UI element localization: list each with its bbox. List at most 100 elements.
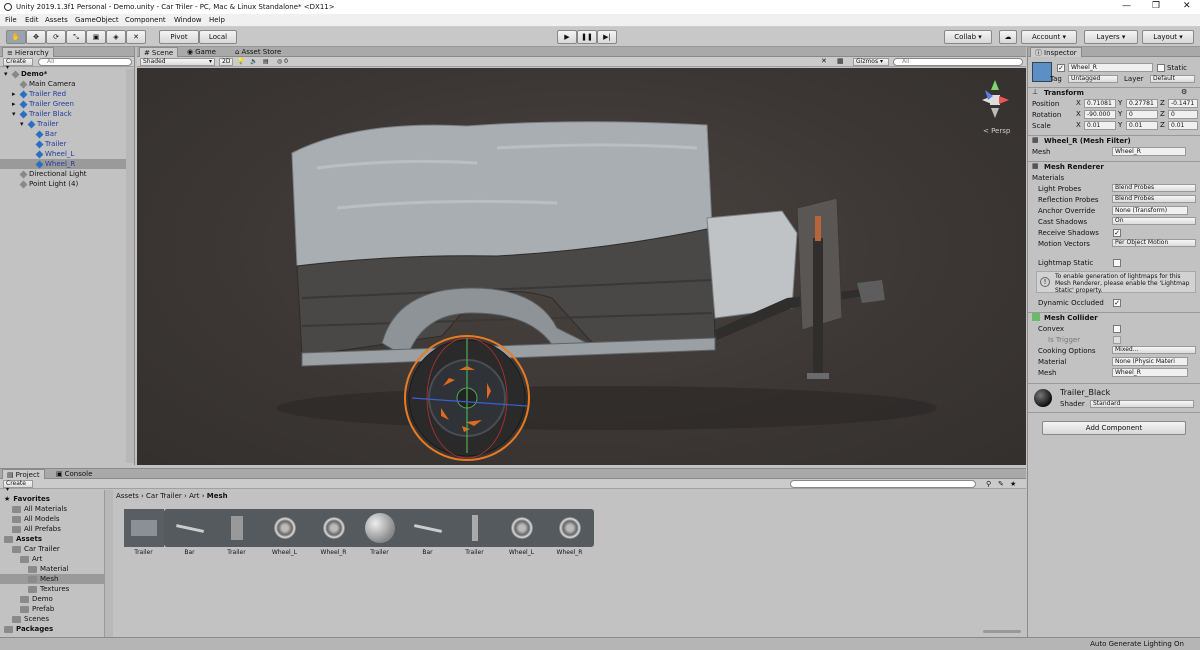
project-tree-item[interactable]: All Prefabs xyxy=(12,524,61,534)
hierarchy-item[interactable]: ▾ Demo* xyxy=(4,69,47,79)
lighting-toggle-icon[interactable]: 💡 xyxy=(237,58,244,65)
hierarchy-item[interactable]: Bar xyxy=(28,129,57,139)
scale-z-field[interactable]: 0.01 xyxy=(1168,121,1198,130)
asset-item[interactable]: Bar xyxy=(405,509,450,556)
pivot-button[interactable]: Pivot xyxy=(159,30,199,44)
transform-tool-icon[interactable]: ◈ xyxy=(106,30,126,44)
breadcrumb-item[interactable]: Art xyxy=(189,492,199,500)
static-checkbox[interactable] xyxy=(1157,64,1165,72)
hidden-count-toggle[interactable]: ◎ 0 xyxy=(277,58,288,65)
layout-dropdown[interactable]: Layout ▾ xyxy=(1142,30,1194,44)
account-dropdown[interactable]: Account ▾ xyxy=(1021,30,1077,44)
mesh-filter-header[interactable]: Wheel_R (Mesh Filter) xyxy=(1028,135,1200,146)
orientation-gizmo[interactable] xyxy=(982,80,1009,118)
expand-arrow-icon[interactable]: ▾ xyxy=(12,109,18,119)
hierarchy-item[interactable]: ▾ Trailer Black xyxy=(12,109,72,119)
project-search-input[interactable] xyxy=(790,480,976,488)
project-tree-item[interactable]: Material xyxy=(28,564,68,574)
hand-tool-icon[interactable]: ✋ xyxy=(6,30,26,44)
menu-help[interactable]: Help xyxy=(209,16,225,24)
custom-tool-icon[interactable]: ✕ xyxy=(126,30,146,44)
rotation-y-field[interactable]: 0 xyxy=(1126,110,1158,119)
is-trigger-checkbox[interactable] xyxy=(1113,336,1121,344)
mesh-collider-header[interactable]: Mesh Collider xyxy=(1028,312,1200,323)
scene-search-input[interactable]: All xyxy=(893,58,1023,66)
expand-arrow-icon[interactable]: ▸ xyxy=(12,89,18,99)
pause-icon[interactable]: ❚❚ xyxy=(577,30,597,44)
project-tree-item[interactable]: Mesh xyxy=(0,574,104,584)
2d-toggle[interactable]: 2D xyxy=(219,58,233,66)
thumbnail-size-slider[interactable] xyxy=(983,630,1021,633)
dynamic-occluded-checkbox[interactable]: ✓ xyxy=(1113,299,1121,307)
object-name-field[interactable]: Wheel_R xyxy=(1068,63,1153,72)
tab-project[interactable]: ▤ Project xyxy=(2,469,45,479)
hierarchy-item[interactable]: Wheel_R xyxy=(0,159,126,169)
tab-inspector[interactable]: ⓘ Inspector xyxy=(1030,47,1082,57)
project-tree-item[interactable]: Art xyxy=(20,554,42,564)
project-tree-item[interactable]: Car Trailer xyxy=(12,544,60,554)
breadcrumb-item[interactable]: Car Trailer xyxy=(146,492,182,500)
tab-scene[interactable]: # Scene xyxy=(139,47,179,57)
menu-gameobject[interactable]: GameObject xyxy=(75,16,119,24)
mesh-filter-mesh-field[interactable]: Wheel_R xyxy=(1112,147,1186,156)
play-icon[interactable]: ▶ xyxy=(557,30,577,44)
hierarchy-item[interactable]: Main Camera xyxy=(12,79,75,89)
tab-hierarchy[interactable]: ≡ Hierarchy xyxy=(2,47,54,57)
maximize-icon[interactable]: ❐ xyxy=(1152,1,1160,11)
step-icon[interactable]: ▶| xyxy=(597,30,617,44)
asset-item[interactable]: Wheel_L xyxy=(499,509,544,556)
hierarchy-item[interactable]: Trailer xyxy=(28,139,67,149)
expand-arrow-icon[interactable]: ▾ xyxy=(4,69,10,79)
rotation-x-field[interactable]: -90.000 xyxy=(1084,110,1116,119)
mesh-renderer-header[interactable]: Mesh Renderer xyxy=(1028,161,1200,172)
collider-material-field[interactable]: None (Physic Materi xyxy=(1112,357,1188,366)
shading-mode-dropdown[interactable]: Shaded ▾ xyxy=(140,58,215,66)
asset-item[interactable]: Trailer xyxy=(214,509,259,556)
expand-arrow-icon[interactable]: ▸ xyxy=(12,99,18,109)
audio-toggle-icon[interactable]: 🔈 xyxy=(250,58,257,65)
tab-asset-store[interactable]: ⌂ Asset Store xyxy=(231,47,285,57)
position-z-field[interactable]: -0.1471 xyxy=(1168,99,1198,108)
hierarchy-item[interactable]: ▸ Trailer Green xyxy=(12,99,74,109)
light-probes-dropdown[interactable]: Blend Probes xyxy=(1112,184,1196,192)
cooking-options-dropdown[interactable]: Mixed... xyxy=(1112,346,1196,354)
menu-window[interactable]: Window xyxy=(174,16,202,24)
active-checkbox[interactable]: ✓ xyxy=(1057,64,1065,72)
project-tree-item[interactable]: ★ Favorites xyxy=(4,494,50,504)
motion-vectors-dropdown[interactable]: Per Object Motion xyxy=(1112,239,1196,247)
scene-viewport[interactable]: < Persp xyxy=(137,68,1026,465)
shader-dropdown[interactable]: Standard xyxy=(1090,400,1194,408)
layer-dropdown[interactable]: Default xyxy=(1150,75,1195,83)
collider-mesh-field[interactable]: Wheel_R xyxy=(1112,368,1188,377)
project-tree-item[interactable]: Assets xyxy=(4,534,42,544)
close-icon[interactable]: ✕ xyxy=(1183,1,1191,11)
project-tree-item[interactable]: All Models xyxy=(12,514,60,524)
effects-toggle-icon[interactable]: ▤ xyxy=(263,58,269,65)
position-y-field[interactable]: 0.27781 xyxy=(1126,99,1158,108)
position-x-field[interactable]: 0.71081 xyxy=(1084,99,1116,108)
reflection-probes-dropdown[interactable]: Blend Probes xyxy=(1112,195,1196,203)
asset-item[interactable]: Bar xyxy=(167,509,212,556)
project-create-dropdown[interactable]: Create ▾ xyxy=(3,480,33,493)
hierarchy-create-dropdown[interactable]: Create ▾ xyxy=(3,58,33,71)
menu-edit[interactable]: Edit xyxy=(25,16,39,24)
favorite-icon[interactable]: ★ xyxy=(1010,480,1016,488)
hierarchy-search-input[interactable]: All xyxy=(38,58,132,66)
menu-component[interactable]: Component xyxy=(125,16,166,24)
filter-by-label-icon[interactable]: ✎ xyxy=(998,480,1004,488)
scene-tools-icon[interactable]: ✕ xyxy=(821,57,827,65)
scale-y-field[interactable]: 0.01 xyxy=(1126,121,1158,130)
gizmos-dropdown[interactable]: Gizmos ▾ xyxy=(853,58,889,66)
scale-x-field[interactable]: 0.01 xyxy=(1084,121,1116,130)
layers-dropdown[interactable]: Layers ▾ xyxy=(1084,30,1138,44)
hierarchy-item[interactable]: Directional Light xyxy=(12,169,87,179)
project-tree-scrollbar[interactable] xyxy=(105,490,113,638)
move-tool-icon[interactable]: ✥ xyxy=(26,30,46,44)
scale-tool-icon[interactable]: ⤡ xyxy=(66,30,86,44)
asset-item[interactable]: Trailer xyxy=(121,509,166,556)
rotation-z-field[interactable]: 0 xyxy=(1168,110,1198,119)
collab-button[interactable]: Collab ▾ xyxy=(944,30,992,44)
tab-game[interactable]: ◉ Game xyxy=(183,47,220,57)
component-settings-icon[interactable]: ⚙ xyxy=(1181,88,1187,96)
local-button[interactable]: Local xyxy=(199,30,237,44)
